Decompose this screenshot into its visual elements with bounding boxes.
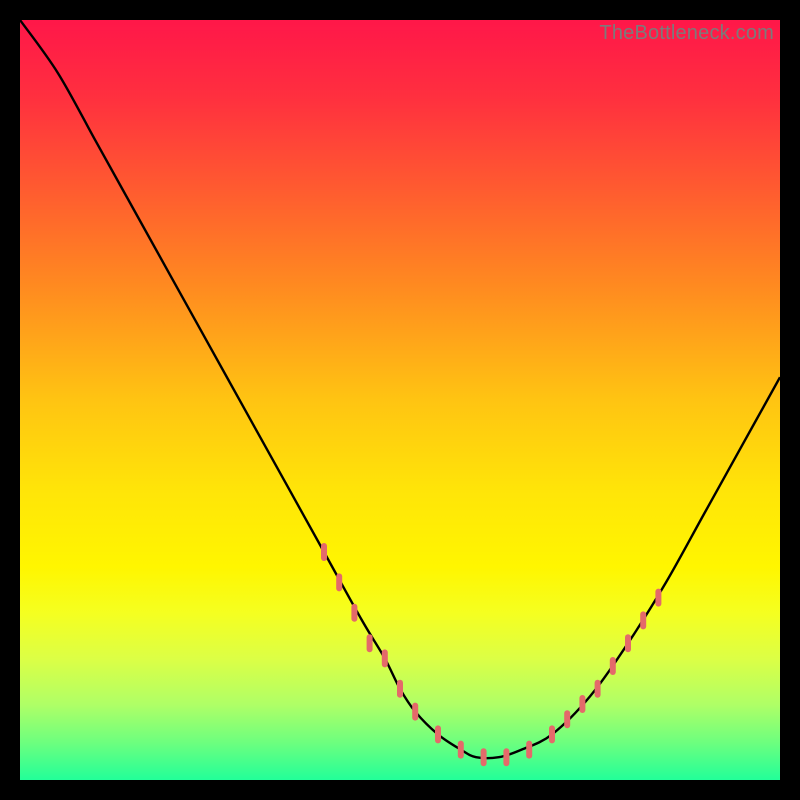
watermark-text: TheBottleneck.com xyxy=(599,22,774,45)
marker-dot xyxy=(458,741,464,759)
marker-dot xyxy=(382,649,388,667)
marker-dot xyxy=(412,703,418,721)
marker-dot xyxy=(564,710,570,728)
marker-dot xyxy=(503,748,509,766)
marker-dot xyxy=(526,741,532,759)
marker-dot xyxy=(367,634,373,652)
marker-dot xyxy=(321,543,327,561)
marker-dot xyxy=(351,604,357,622)
marker-dot xyxy=(397,680,403,698)
marker-dot xyxy=(579,695,585,713)
chart-frame: TheBottleneck.com xyxy=(20,20,780,780)
marker-dot xyxy=(481,748,487,766)
marker-dot xyxy=(435,725,441,743)
marker-dot xyxy=(549,725,555,743)
marker-dot xyxy=(610,657,616,675)
bottleneck-chart xyxy=(20,20,780,780)
marker-dot xyxy=(595,680,601,698)
marker-dot xyxy=(625,634,631,652)
gradient-background xyxy=(20,20,780,780)
marker-dot xyxy=(336,573,342,591)
marker-dot xyxy=(640,611,646,629)
marker-dot xyxy=(655,589,661,607)
